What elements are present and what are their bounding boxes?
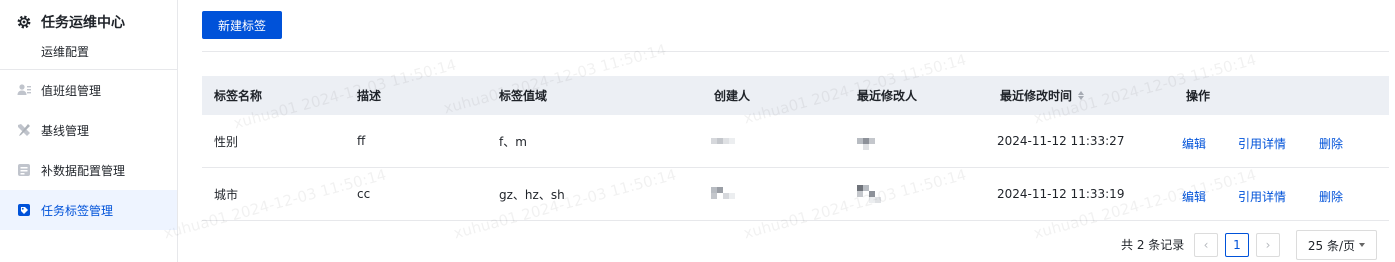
sidebar-item-duty-group[interactable]: 值班组管理 xyxy=(0,70,177,110)
modified-time: 2024-11-12 11:33:19 xyxy=(997,187,1125,201)
chevron-left-icon: ‹ xyxy=(1203,238,1209,252)
page-number-button[interactable]: 1 xyxy=(1225,233,1249,257)
table-row: 性别 ff f、m 2024-11-12 11:33:27 编辑 引用详情 删除 xyxy=(202,115,1389,168)
page-size-select[interactable]: 25 条/页 xyxy=(1296,230,1377,260)
column-header-modified-time[interactable]: 最近修改时间 xyxy=(1000,76,1085,115)
sidebar-item-task-tags[interactable]: 任务标签管理 xyxy=(0,190,177,230)
column-header-creator: 创建人 xyxy=(714,89,751,103)
creator-avatar-redacted xyxy=(711,168,735,220)
divider xyxy=(202,51,1389,52)
delete-link[interactable]: 删除 xyxy=(1319,117,1343,169)
page-size-value: 25 条/页 xyxy=(1307,238,1356,253)
total-count: 共 2 条记录 xyxy=(1121,238,1185,252)
reference-details-link[interactable]: 引用详情 xyxy=(1238,170,1286,222)
chevron-right-icon: › xyxy=(1265,238,1271,252)
creator-avatar-redacted xyxy=(711,115,735,167)
sort-icon[interactable] xyxy=(1078,91,1085,100)
column-header-desc: 描述 xyxy=(357,89,382,103)
modifier-avatar-redacted xyxy=(857,168,881,220)
tag-icon xyxy=(16,202,32,218)
gear-icon xyxy=(17,15,31,29)
sidebar-brand: 任务运维中心 运维配置 xyxy=(0,0,177,70)
tag-values: gz、hz、sh xyxy=(499,187,565,202)
column-header-actions: 操作 xyxy=(1186,89,1211,103)
column-header-values: 标签值域 xyxy=(499,89,548,103)
column-header-name: 标签名称 xyxy=(214,89,263,103)
chevron-down-icon xyxy=(1359,243,1366,247)
delete-link[interactable]: 删除 xyxy=(1319,170,1343,222)
tag-name: 性别 xyxy=(214,134,239,149)
tag-desc: cc xyxy=(357,187,371,201)
tag-values: f、m xyxy=(499,134,527,149)
tags-table: 标签名称 描述 标签值域 创建人 最近修改人 最近修改时间 操作 性别 ff f… xyxy=(202,76,1389,221)
sidebar-item-label: 值班组管理 xyxy=(41,83,102,98)
reference-details-link[interactable]: 引用详情 xyxy=(1238,117,1286,169)
sidebar-item-label: 基线管理 xyxy=(41,123,90,138)
tools-icon xyxy=(16,122,32,138)
prev-page-button[interactable]: ‹ xyxy=(1194,233,1218,257)
user-group-icon xyxy=(16,82,32,98)
app-root: 任务运维中心 运维配置 值班组管理 基线管理 补数据配置管理 任务标签管理 新建… xyxy=(0,0,1395,262)
column-header-modifier: 最近修改人 xyxy=(857,89,918,103)
column-header-label: 最近修改时间 xyxy=(1000,89,1073,103)
table-row: 城市 cc gz、hz、sh 2024-11-12 11:33:19 编辑 引用… xyxy=(202,168,1389,221)
sidebar: 任务运维中心 运维配置 值班组管理 基线管理 补数据配置管理 任务标签管理 xyxy=(0,0,178,262)
data-config-icon xyxy=(16,162,32,178)
edit-link[interactable]: 编辑 xyxy=(1182,170,1206,222)
app-title: 任务运维中心 xyxy=(41,15,125,31)
new-tag-button[interactable]: 新建标签 xyxy=(202,11,282,39)
modified-time: 2024-11-12 11:33:27 xyxy=(997,134,1125,148)
table-header: 标签名称 描述 标签值域 创建人 最近修改人 最近修改时间 操作 xyxy=(202,76,1389,115)
modifier-avatar-redacted xyxy=(857,115,881,167)
tag-name: 城市 xyxy=(214,187,239,202)
sidebar-item-baseline[interactable]: 基线管理 xyxy=(0,110,177,150)
sidebar-item-label: 任务标签管理 xyxy=(41,203,114,218)
next-page-button[interactable]: › xyxy=(1256,233,1280,257)
tag-desc: ff xyxy=(357,134,366,148)
sidebar-item-backfill-config[interactable]: 补数据配置管理 xyxy=(0,150,177,190)
edit-link[interactable]: 编辑 xyxy=(1182,117,1206,169)
app-subtitle: 运维配置 xyxy=(41,45,90,59)
sidebar-item-label: 补数据配置管理 xyxy=(41,163,126,178)
